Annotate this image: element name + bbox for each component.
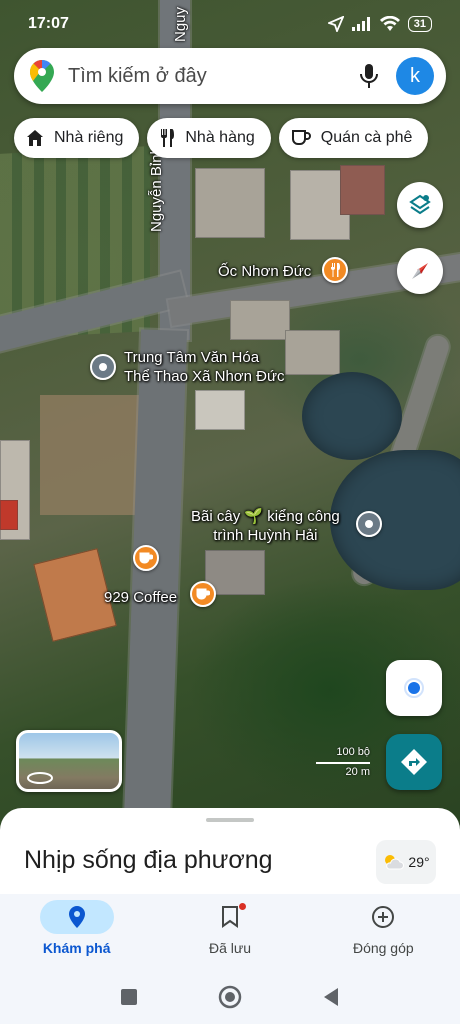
chip-coffee[interactable]: Quán cà phê bbox=[278, 118, 429, 158]
category-chips: Nhà riêng Nhà hàng Quán cà phê bbox=[14, 118, 429, 158]
bookmark-icon bbox=[221, 906, 238, 928]
chip-home-label: Nhà riêng bbox=[54, 129, 124, 146]
landmark-pin-icon[interactable] bbox=[90, 354, 116, 380]
lake bbox=[330, 450, 460, 590]
search-input[interactable]: Tìm kiếm ở đây bbox=[68, 65, 360, 88]
coffee-pin-icon[interactable] bbox=[133, 545, 159, 571]
building bbox=[340, 165, 385, 215]
weather-temperature: 29° bbox=[408, 854, 430, 870]
bottom-sheet[interactable]: Nhịp sống địa phương 29° bbox=[0, 808, 460, 898]
wifi-icon bbox=[379, 16, 400, 31]
coffee-icon bbox=[291, 130, 311, 145]
directions-button[interactable] bbox=[386, 734, 442, 790]
nav-saved-label: Đã lưu bbox=[208, 940, 252, 956]
pond bbox=[302, 372, 402, 460]
maps-pin-logo-icon bbox=[30, 60, 54, 92]
signal-icon bbox=[351, 17, 370, 31]
building bbox=[285, 330, 340, 375]
compass-icon bbox=[412, 263, 428, 279]
layers-icon bbox=[409, 194, 431, 215]
nav-saved[interactable]: Đã lưu bbox=[153, 894, 306, 970]
restaurant-pin-icon[interactable] bbox=[322, 257, 348, 283]
location-arrow-icon bbox=[327, 16, 344, 32]
place-label-oc-nhon-duc[interactable]: Ốc Nhơn Đức bbox=[218, 262, 311, 281]
chip-restaurant-label: Nhà hàng bbox=[185, 129, 255, 146]
layers-button[interactable] bbox=[397, 182, 443, 228]
building bbox=[195, 168, 265, 238]
my-location-icon bbox=[404, 678, 424, 698]
building bbox=[195, 390, 245, 430]
nav-explore[interactable]: Khám phá bbox=[0, 894, 153, 970]
home-circle-icon[interactable] bbox=[218, 985, 242, 1009]
road-label-nguyen-binh: Nguyễn Bỉnh bbox=[148, 146, 165, 232]
weather-badge[interactable]: 29° bbox=[376, 840, 436, 884]
search-bar[interactable]: Tìm kiếm ở đây k bbox=[14, 48, 446, 104]
battery-indicator: 31 bbox=[407, 16, 432, 32]
chip-restaurant[interactable]: Nhà hàng bbox=[147, 118, 271, 158]
place-label-bai-cay-kieng[interactable]: Bãi cây 🌱 kiểng công trình Huỳnh Hải bbox=[191, 507, 340, 545]
sheet-title: Nhịp sống địa phương bbox=[24, 846, 273, 874]
status-time: 17:07 bbox=[28, 15, 69, 32]
bottom-navigation: Khám phá Đã lưu Đóng góp bbox=[0, 894, 460, 970]
sheet-drag-handle[interactable] bbox=[206, 818, 254, 822]
compass-button[interactable] bbox=[397, 248, 443, 294]
chip-coffee-label: Quán cà phê bbox=[320, 129, 413, 146]
status-bar: 17:07 31 bbox=[0, 0, 460, 48]
my-location-button[interactable] bbox=[386, 660, 442, 716]
chip-home[interactable]: Nhà riêng bbox=[14, 118, 140, 158]
home-icon bbox=[27, 130, 43, 146]
nav-explore-label: Khám phá bbox=[42, 940, 111, 956]
building bbox=[230, 300, 290, 340]
account-avatar[interactable]: k bbox=[396, 57, 434, 95]
back-triangle-icon[interactable] bbox=[322, 987, 340, 1007]
add-circle-icon bbox=[372, 906, 395, 928]
dirt-lot bbox=[40, 395, 150, 515]
nav-contribute-label: Đóng góp bbox=[352, 940, 414, 956]
street-view-thumbnail[interactable] bbox=[16, 730, 122, 792]
restaurant-icon bbox=[161, 129, 175, 147]
coffee-pin-icon[interactable] bbox=[190, 581, 216, 607]
landmark-pin-icon[interactable] bbox=[356, 511, 382, 537]
directions-icon bbox=[401, 749, 427, 775]
building-red-roof bbox=[0, 500, 18, 530]
street-view-rotate-icon bbox=[27, 772, 53, 784]
nav-contribute[interactable]: Đóng góp bbox=[307, 894, 460, 970]
place-label-929-coffee[interactable]: 929 Coffee bbox=[104, 588, 177, 607]
scale-imperial: 100 bộ bbox=[336, 746, 370, 758]
place-label-trung-tam-van-hoa[interactable]: Trung Tâm Văn Hóa Thể Thao Xã Nhơn Đức bbox=[124, 348, 285, 386]
microphone-icon[interactable] bbox=[360, 63, 378, 89]
map-scale: 100 bộ 20 m bbox=[316, 746, 370, 778]
partly-cloudy-icon bbox=[385, 855, 405, 870]
explore-pin-icon bbox=[68, 906, 85, 928]
scale-metric: 20 m bbox=[345, 766, 370, 778]
recents-square-icon[interactable] bbox=[120, 988, 138, 1006]
system-navigation bbox=[0, 970, 460, 1024]
